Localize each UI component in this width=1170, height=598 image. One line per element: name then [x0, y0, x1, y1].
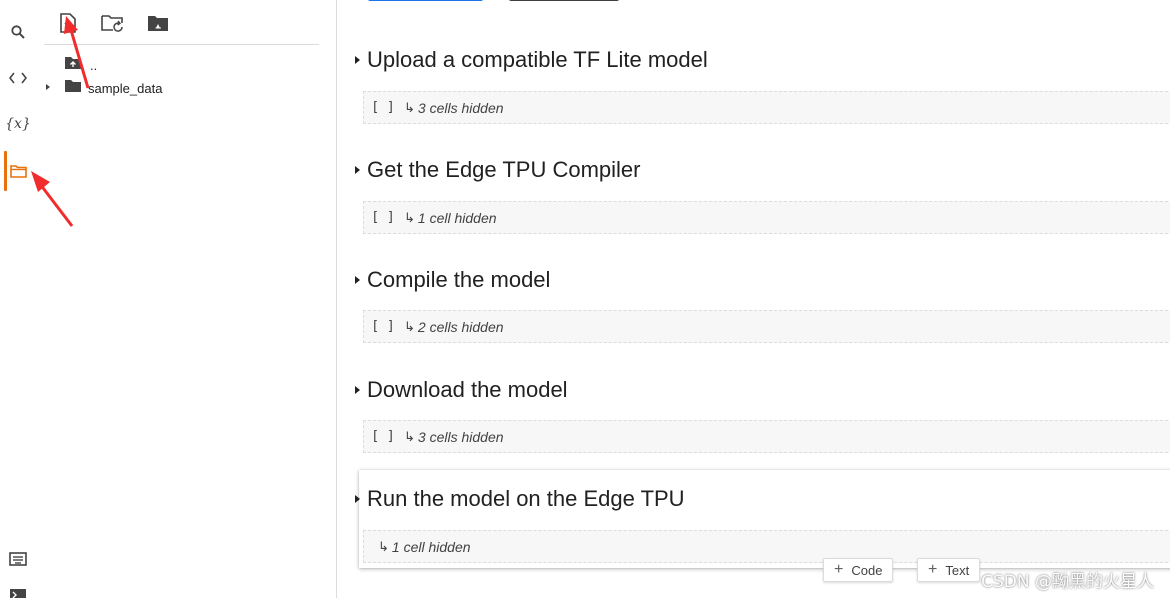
- hidden-cells-icon: ↳: [404, 318, 415, 334]
- run-indicator[interactable]: [ ]: [368, 319, 398, 334]
- add-code-button[interactable]: + Code: [823, 558, 894, 582]
- folder-icon: [64, 79, 86, 98]
- tree-item-parent[interactable]: ..: [64, 54, 97, 76]
- plus-icon: +: [928, 561, 938, 578]
- colab-window: {x} .. sample_data Upload a compatible T…: [0, 0, 1170, 598]
- section-title: Run the model on the Edge TPU: [367, 486, 685, 511]
- add-text-button[interactable]: + Text: [917, 558, 981, 582]
- left-icon-rail: {x}: [0, 0, 36, 598]
- tree-item-sample-data[interactable]: sample_data: [44, 77, 162, 99]
- code-snippets-icon[interactable]: [0, 63, 36, 93]
- toolbar-button-partial[interactable]: [509, 0, 619, 1]
- hidden-cells-bar[interactable]: ↳ 1 cell hidden: [363, 530, 1170, 563]
- variables-icon[interactable]: {x}: [0, 109, 36, 139]
- hidden-cells-text: 1 cell hidden: [391, 538, 471, 555]
- run-indicator[interactable]: [ ]: [368, 429, 398, 444]
- hidden-cells-icon: ↳: [404, 209, 415, 225]
- chevron-right-icon[interactable]: [44, 79, 60, 97]
- search-icon[interactable]: [0, 17, 36, 47]
- section-title: Upload a compatible TF Lite model: [367, 47, 708, 72]
- parent-folder-icon: [64, 56, 84, 75]
- upload-file-icon[interactable]: [54, 10, 82, 36]
- caret-right-icon[interactable]: [347, 385, 367, 395]
- hidden-cells-text: 2 cells hidden: [417, 318, 504, 335]
- hidden-cells-text: 3 cells hidden: [417, 428, 504, 445]
- run-indicator[interactable]: [ ]: [368, 210, 398, 225]
- hidden-cells-bar[interactable]: [ ] ↳ 2 cells hidden: [363, 310, 1170, 343]
- file-browser-panel: .. sample_data: [36, 0, 336, 598]
- section-heading[interactable]: Get the Edge TPU Compiler: [347, 155, 641, 185]
- caret-right-icon[interactable]: [347, 494, 367, 504]
- section-title: Compile the model: [367, 267, 551, 292]
- hidden-cells-bar[interactable]: [ ] ↳ 1 cell hidden: [363, 201, 1170, 234]
- terminal-icon[interactable]: [0, 580, 36, 598]
- caret-right-icon[interactable]: [347, 165, 367, 175]
- section-title: Download the model: [367, 377, 568, 402]
- section-title: Get the Edge TPU Compiler: [367, 157, 641, 182]
- tree-item-label: sample_data: [88, 80, 163, 96]
- section-heading[interactable]: Run the model on the Edge TPU: [347, 484, 685, 514]
- caret-right-icon[interactable]: [347, 55, 367, 65]
- plus-icon: +: [834, 561, 844, 578]
- section-heading[interactable]: Upload a compatible TF Lite model: [347, 45, 708, 75]
- mount-drive-icon[interactable]: [144, 10, 172, 36]
- caret-right-icon[interactable]: [347, 275, 367, 285]
- file-toolbar: [44, 0, 319, 45]
- hidden-cells-bar[interactable]: [ ] ↳ 3 cells hidden: [363, 91, 1170, 124]
- refresh-folder-icon[interactable]: [99, 10, 127, 36]
- hidden-cells-text: 1 cell hidden: [417, 209, 497, 226]
- section-heading[interactable]: Compile the model: [347, 265, 550, 295]
- section-heading[interactable]: Download the model: [347, 375, 568, 405]
- hidden-cells-icon: ↳: [404, 99, 415, 115]
- hidden-cells-icon: ↳: [378, 538, 389, 554]
- hidden-cells-icon: ↳: [404, 428, 415, 444]
- add-code-label: Code: [851, 562, 883, 578]
- add-text-label: Text: [945, 562, 970, 578]
- hidden-cells-text: 3 cells hidden: [417, 99, 504, 116]
- command-palette-icon[interactable]: [0, 544, 36, 574]
- toolbar-button-partial[interactable]: [368, 0, 483, 1]
- notebook-area: Upload a compatible TF Lite model [ ] ↳ …: [337, 0, 1170, 598]
- hidden-cells-bar[interactable]: [ ] ↳ 3 cells hidden: [363, 420, 1170, 453]
- files-icon[interactable]: [0, 156, 36, 186]
- tree-item-label: ..: [90, 57, 98, 73]
- variables-icon-label: {x}: [5, 116, 31, 132]
- run-indicator[interactable]: [ ]: [368, 100, 398, 115]
- watermark: CSDN @黝黑的火星人: [981, 572, 1154, 592]
